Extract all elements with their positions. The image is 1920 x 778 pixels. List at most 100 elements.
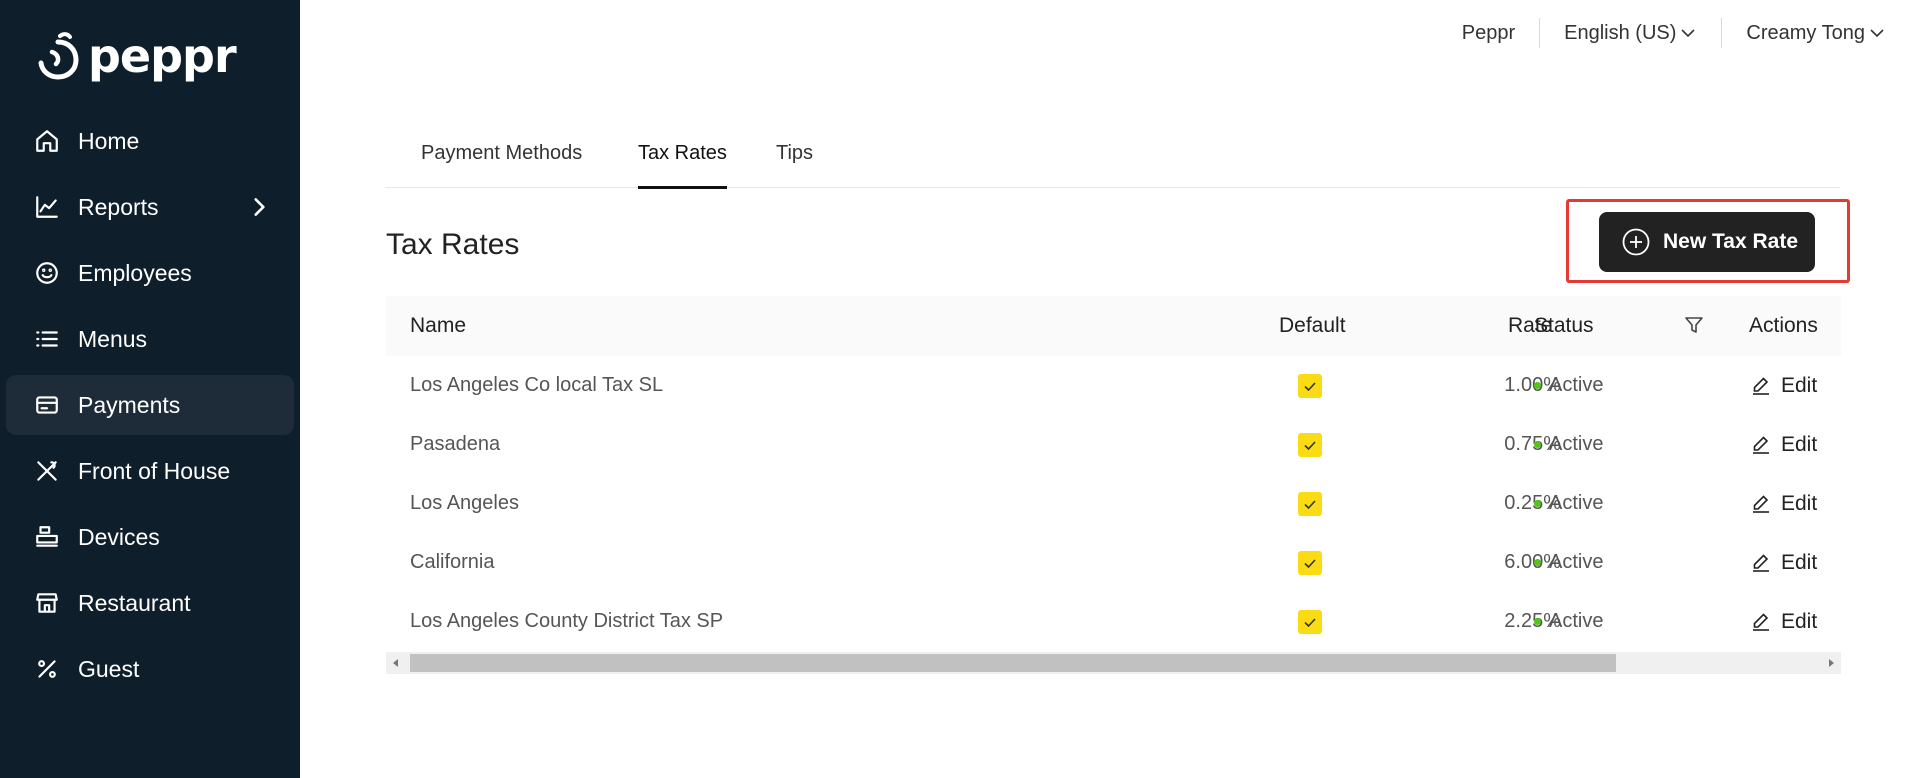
sidebar: peppr Home Reports Employees Menus Payme… — [0, 0, 300, 778]
table-body: Los Angeles Co local Tax SL 1.00% Active Ed… — [386, 356, 1841, 651]
edit-label: Edit — [1781, 610, 1818, 633]
sidebar-item-label: Home — [78, 127, 140, 154]
edit-label: Edit — [1781, 433, 1818, 456]
check-icon — [1304, 441, 1316, 451]
sidebar-item-label: Menus — [78, 325, 148, 352]
language-label: English (US) — [1564, 21, 1677, 44]
table-row: California 6.00% Active Edit — [386, 533, 1841, 592]
sidebar-item-label: Devices — [78, 523, 160, 550]
column-header-actions: Actions — [1749, 314, 1818, 337]
pencil-icon — [1753, 613, 1769, 631]
sidebar-item-payments[interactable]: Payments — [6, 375, 294, 435]
filter-icon[interactable] — [1683, 314, 1705, 336]
sidebar-item-label: Guest — [78, 655, 140, 682]
pencil-icon — [1753, 495, 1769, 513]
sidebar-item-front-of-house[interactable]: Front of House — [6, 441, 294, 501]
edit-label: Edit — [1781, 551, 1818, 574]
status-badge: Active — [1534, 492, 1603, 515]
sidebar-item-reports[interactable]: Reports — [6, 177, 294, 237]
utensils-icon — [32, 456, 62, 486]
tab-tips[interactable]: Tips — [776, 142, 813, 188]
pencil-icon — [1753, 436, 1769, 454]
sidebar-item-restaurant[interactable]: Restaurant — [6, 573, 294, 633]
edit-label: Edit — [1781, 492, 1818, 515]
tab-tax-rates[interactable]: Tax Rates — [638, 142, 727, 189]
check-icon — [1304, 500, 1316, 510]
status-text: Active — [1549, 492, 1604, 514]
status-badge: Active — [1534, 551, 1603, 574]
page-title: Tax Rates — [386, 228, 520, 261]
default-checkbox[interactable] — [1298, 610, 1322, 634]
tax-rates-table: Name Rate Default Status Actions Los Ang… — [386, 296, 1841, 651]
edit-button[interactable]: Edit — [1749, 551, 1817, 575]
top-bar: Peppr English (US) Creamy Tong — [1462, 18, 1886, 48]
sidebar-nav: Home Reports Employees Menus Payments Fr… — [6, 111, 294, 705]
sidebar-item-home[interactable]: Home — [6, 111, 294, 171]
chevron-right-icon — [246, 194, 272, 220]
scrollbar-thumb[interactable] — [410, 654, 1616, 672]
new-tax-rate-label: New Tax Rate — [1663, 230, 1798, 253]
tax-name: Los Angeles — [410, 492, 519, 514]
pencil-icon — [1753, 554, 1769, 572]
chevron-down-icon — [1868, 24, 1886, 42]
status-text: Active — [1549, 551, 1604, 573]
smiley-icon — [32, 258, 62, 288]
column-header-name: Name — [410, 314, 467, 337]
scroll-right-arrow-icon[interactable] — [1821, 652, 1841, 674]
divider — [1539, 18, 1541, 48]
table-row: Los Angeles 0.25% Active Edit — [386, 474, 1841, 533]
peppr-logo[interactable]: peppr — [34, 29, 237, 83]
new-tax-rate-button[interactable]: New Tax Rate — [1599, 212, 1815, 272]
plus-circle-icon — [1622, 228, 1650, 256]
check-icon — [1304, 559, 1316, 569]
tab-payment-methods[interactable]: Payment Methods — [421, 142, 582, 188]
tax-name: Pasadena — [410, 433, 501, 455]
list-icon — [32, 324, 62, 354]
sidebar-item-label: Restaurant — [78, 589, 191, 616]
brand-name: peppr — [88, 29, 237, 83]
credit-card-icon — [32, 390, 62, 420]
divider — [1721, 18, 1723, 48]
edit-button[interactable]: Edit — [1749, 610, 1817, 634]
app-root: peppr Home Reports Employees Menus Payme… — [0, 0, 1920, 778]
storefront-icon — [32, 588, 62, 618]
status-dot — [1534, 500, 1541, 507]
status-text: Active — [1549, 610, 1604, 632]
column-header-status: Status — [1534, 314, 1594, 337]
status-badge: Active — [1534, 610, 1603, 633]
payment-tabs: Payment Methods Tax Rates Tips — [385, 120, 1840, 189]
sidebar-item-guest[interactable]: Guest — [6, 639, 294, 699]
highlight-box: New Tax Rate — [1566, 199, 1850, 283]
default-checkbox[interactable] — [1298, 433, 1322, 457]
status-dot — [1534, 441, 1541, 448]
sidebar-item-menus[interactable]: Menus — [6, 309, 294, 369]
language-selector[interactable]: English (US) — [1564, 22, 1697, 45]
horizontal-scrollbar[interactable] — [386, 652, 1841, 674]
check-icon — [1304, 618, 1316, 628]
edit-button[interactable]: Edit — [1749, 374, 1817, 398]
check-icon — [1304, 382, 1316, 392]
status-dot — [1534, 382, 1541, 389]
chevron-down-icon — [1679, 24, 1697, 42]
status-dot — [1534, 618, 1541, 625]
column-header-default: Default — [1279, 314, 1346, 337]
org-switcher[interactable]: Peppr — [1462, 22, 1515, 45]
default-checkbox[interactable] — [1298, 374, 1322, 398]
tax-name: California — [410, 551, 495, 573]
table-row: Los Angeles Co local Tax SL 1.00% Active Ed… — [386, 356, 1841, 415]
edit-button[interactable]: Edit — [1749, 492, 1817, 516]
default-checkbox[interactable] — [1298, 492, 1322, 516]
sidebar-item-label: Employees — [78, 259, 192, 286]
sidebar-item-employees[interactable]: Employees — [6, 243, 294, 303]
edit-button[interactable]: Edit — [1749, 433, 1817, 457]
status-text: Active — [1549, 433, 1604, 455]
tax-name: Los Angeles Co local Tax SL — [410, 374, 664, 396]
default-checkbox[interactable] — [1298, 551, 1322, 575]
status-badge: Active — [1534, 374, 1603, 397]
scroll-left-arrow-icon[interactable] — [386, 652, 406, 674]
user-menu[interactable]: Creamy Tong — [1746, 22, 1886, 45]
status-dot — [1534, 559, 1541, 566]
sidebar-item-devices[interactable]: Devices — [6, 507, 294, 567]
status-badge: Active — [1534, 433, 1603, 456]
table-header: Name Rate Default Status Actions — [386, 296, 1841, 356]
